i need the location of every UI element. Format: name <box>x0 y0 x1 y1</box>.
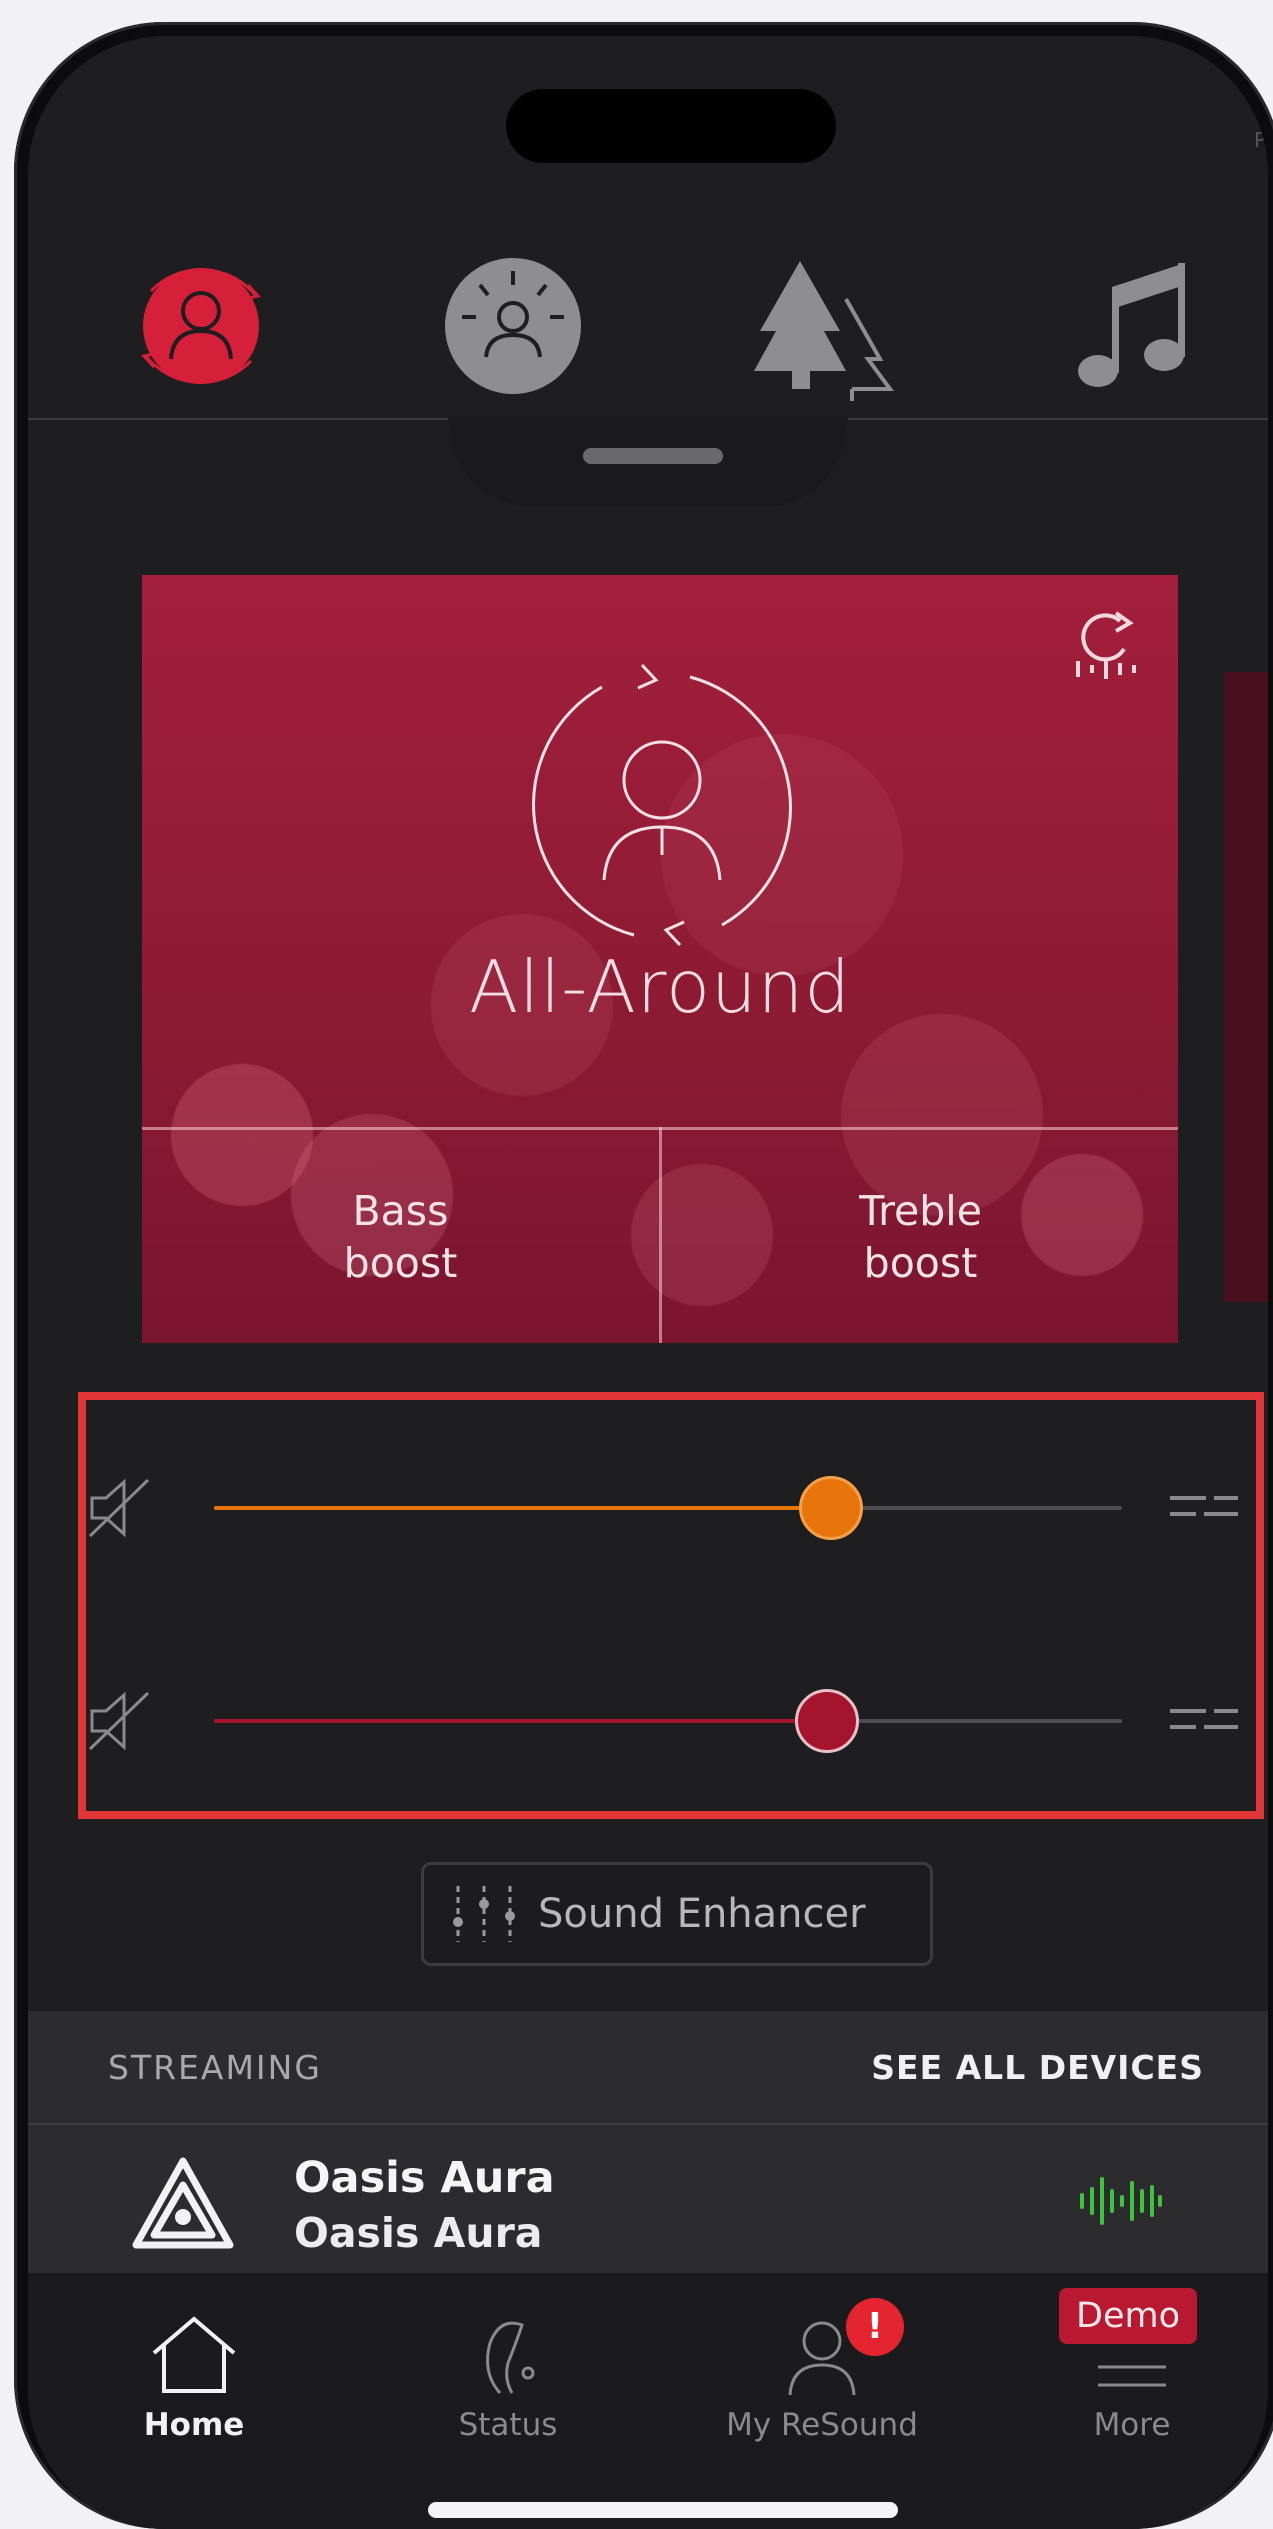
tab-status-label: Status <box>458 2407 558 2443</box>
program-music-button[interactable] <box>1052 241 1222 411</box>
streaming-device-row[interactable]: Oasis Aura Oasis Aura <box>28 2125 1268 2273</box>
device-subtitle: Oasis Aura <box>294 2209 543 2257</box>
streaming-header: STREAMING SEE ALL DEVICES <box>28 2011 1268 2123</box>
music-note-icon <box>1078 263 1185 387</box>
sound-enhancer-button[interactable]: Sound Enhancer <box>421 1862 933 1966</box>
tab-home[interactable]: Home <box>94 2313 294 2443</box>
all-around-program-icon <box>532 663 792 947</box>
drag-handle[interactable] <box>583 448 723 464</box>
tab-home-label: Home <box>143 2407 245 2443</box>
equalizer-settings-icon[interactable] <box>1168 1488 1240 1528</box>
audio-wave-icon <box>1080 2177 1162 2225</box>
phone-frame: P All-Around Bass boost Treble boost Sou… <box>14 22 1273 2529</box>
home-icon <box>152 2316 236 2393</box>
equalizer-settings-icon[interactable] <box>1168 1701 1240 1741</box>
red-arrow-annotation <box>1252 1809 1268 1883</box>
device-name: Oasis Aura <box>294 2153 555 2203</box>
hearing-aid-icon <box>486 2321 535 2395</box>
see-all-devices-link[interactable]: SEE ALL DEVICES <box>871 2048 1204 2087</box>
volume-slider-row-2 <box>88 1681 1248 1761</box>
dynamic-island <box>506 89 836 163</box>
volume-slider-2[interactable] <box>214 1689 1122 1753</box>
app-screen: P All-Around Bass boost Treble boost Sou… <box>28 36 1268 2529</box>
mute-speaker-icon[interactable] <box>88 1476 158 1540</box>
program-selector <box>28 186 1268 426</box>
volume-slider-row-1 <box>88 1468 1248 1548</box>
sliders-icon <box>453 1886 515 1942</box>
program-restaurant-button[interactable] <box>428 241 598 411</box>
trees-icon <box>754 261 894 401</box>
treble-boost-button[interactable]: Treble boost <box>662 1130 1178 1343</box>
sound-enhancer-label: Sound Enhancer <box>538 1891 866 1937</box>
program-outdoor-button[interactable] <box>740 241 910 411</box>
person-cycle-icon <box>141 268 261 384</box>
volume-slider-fill-2 <box>214 1719 827 1723</box>
tab-more-label: More <box>1093 2407 1171 2443</box>
person-surround-icon <box>445 258 581 394</box>
volume-slider-fill-1 <box>214 1506 832 1510</box>
program-all-around-button[interactable] <box>116 241 286 411</box>
edge-mark: P <box>1253 128 1266 152</box>
mute-speaker-icon[interactable] <box>88 1689 158 1753</box>
volume-slider-thumb-2[interactable] <box>794 1689 859 1753</box>
tab-my-resound-label: My ReSound <box>726 2407 918 2443</box>
streaming-title: STREAMING <box>108 2047 322 2087</box>
volume-slider-1[interactable] <box>214 1476 1122 1540</box>
demo-badge: Demo <box>1059 2288 1197 2344</box>
bass-boost-button[interactable]: Bass boost <box>142 1130 659 1343</box>
tab-status[interactable]: Status <box>408 2313 608 2443</box>
alert-badge: ! <box>846 2298 904 2356</box>
oasis-aura-logo-icon <box>132 2157 234 2249</box>
next-program-card-peek[interactable] <box>1224 672 1268 1302</box>
home-indicator[interactable] <box>428 2502 898 2518</box>
volume-slider-thumb-1[interactable] <box>799 1476 864 1540</box>
switch-program-icon[interactable] <box>1068 603 1148 693</box>
program-name: All-Around <box>469 945 851 1029</box>
program-card: All-Around Bass boost Treble boost <box>142 575 1178 1343</box>
